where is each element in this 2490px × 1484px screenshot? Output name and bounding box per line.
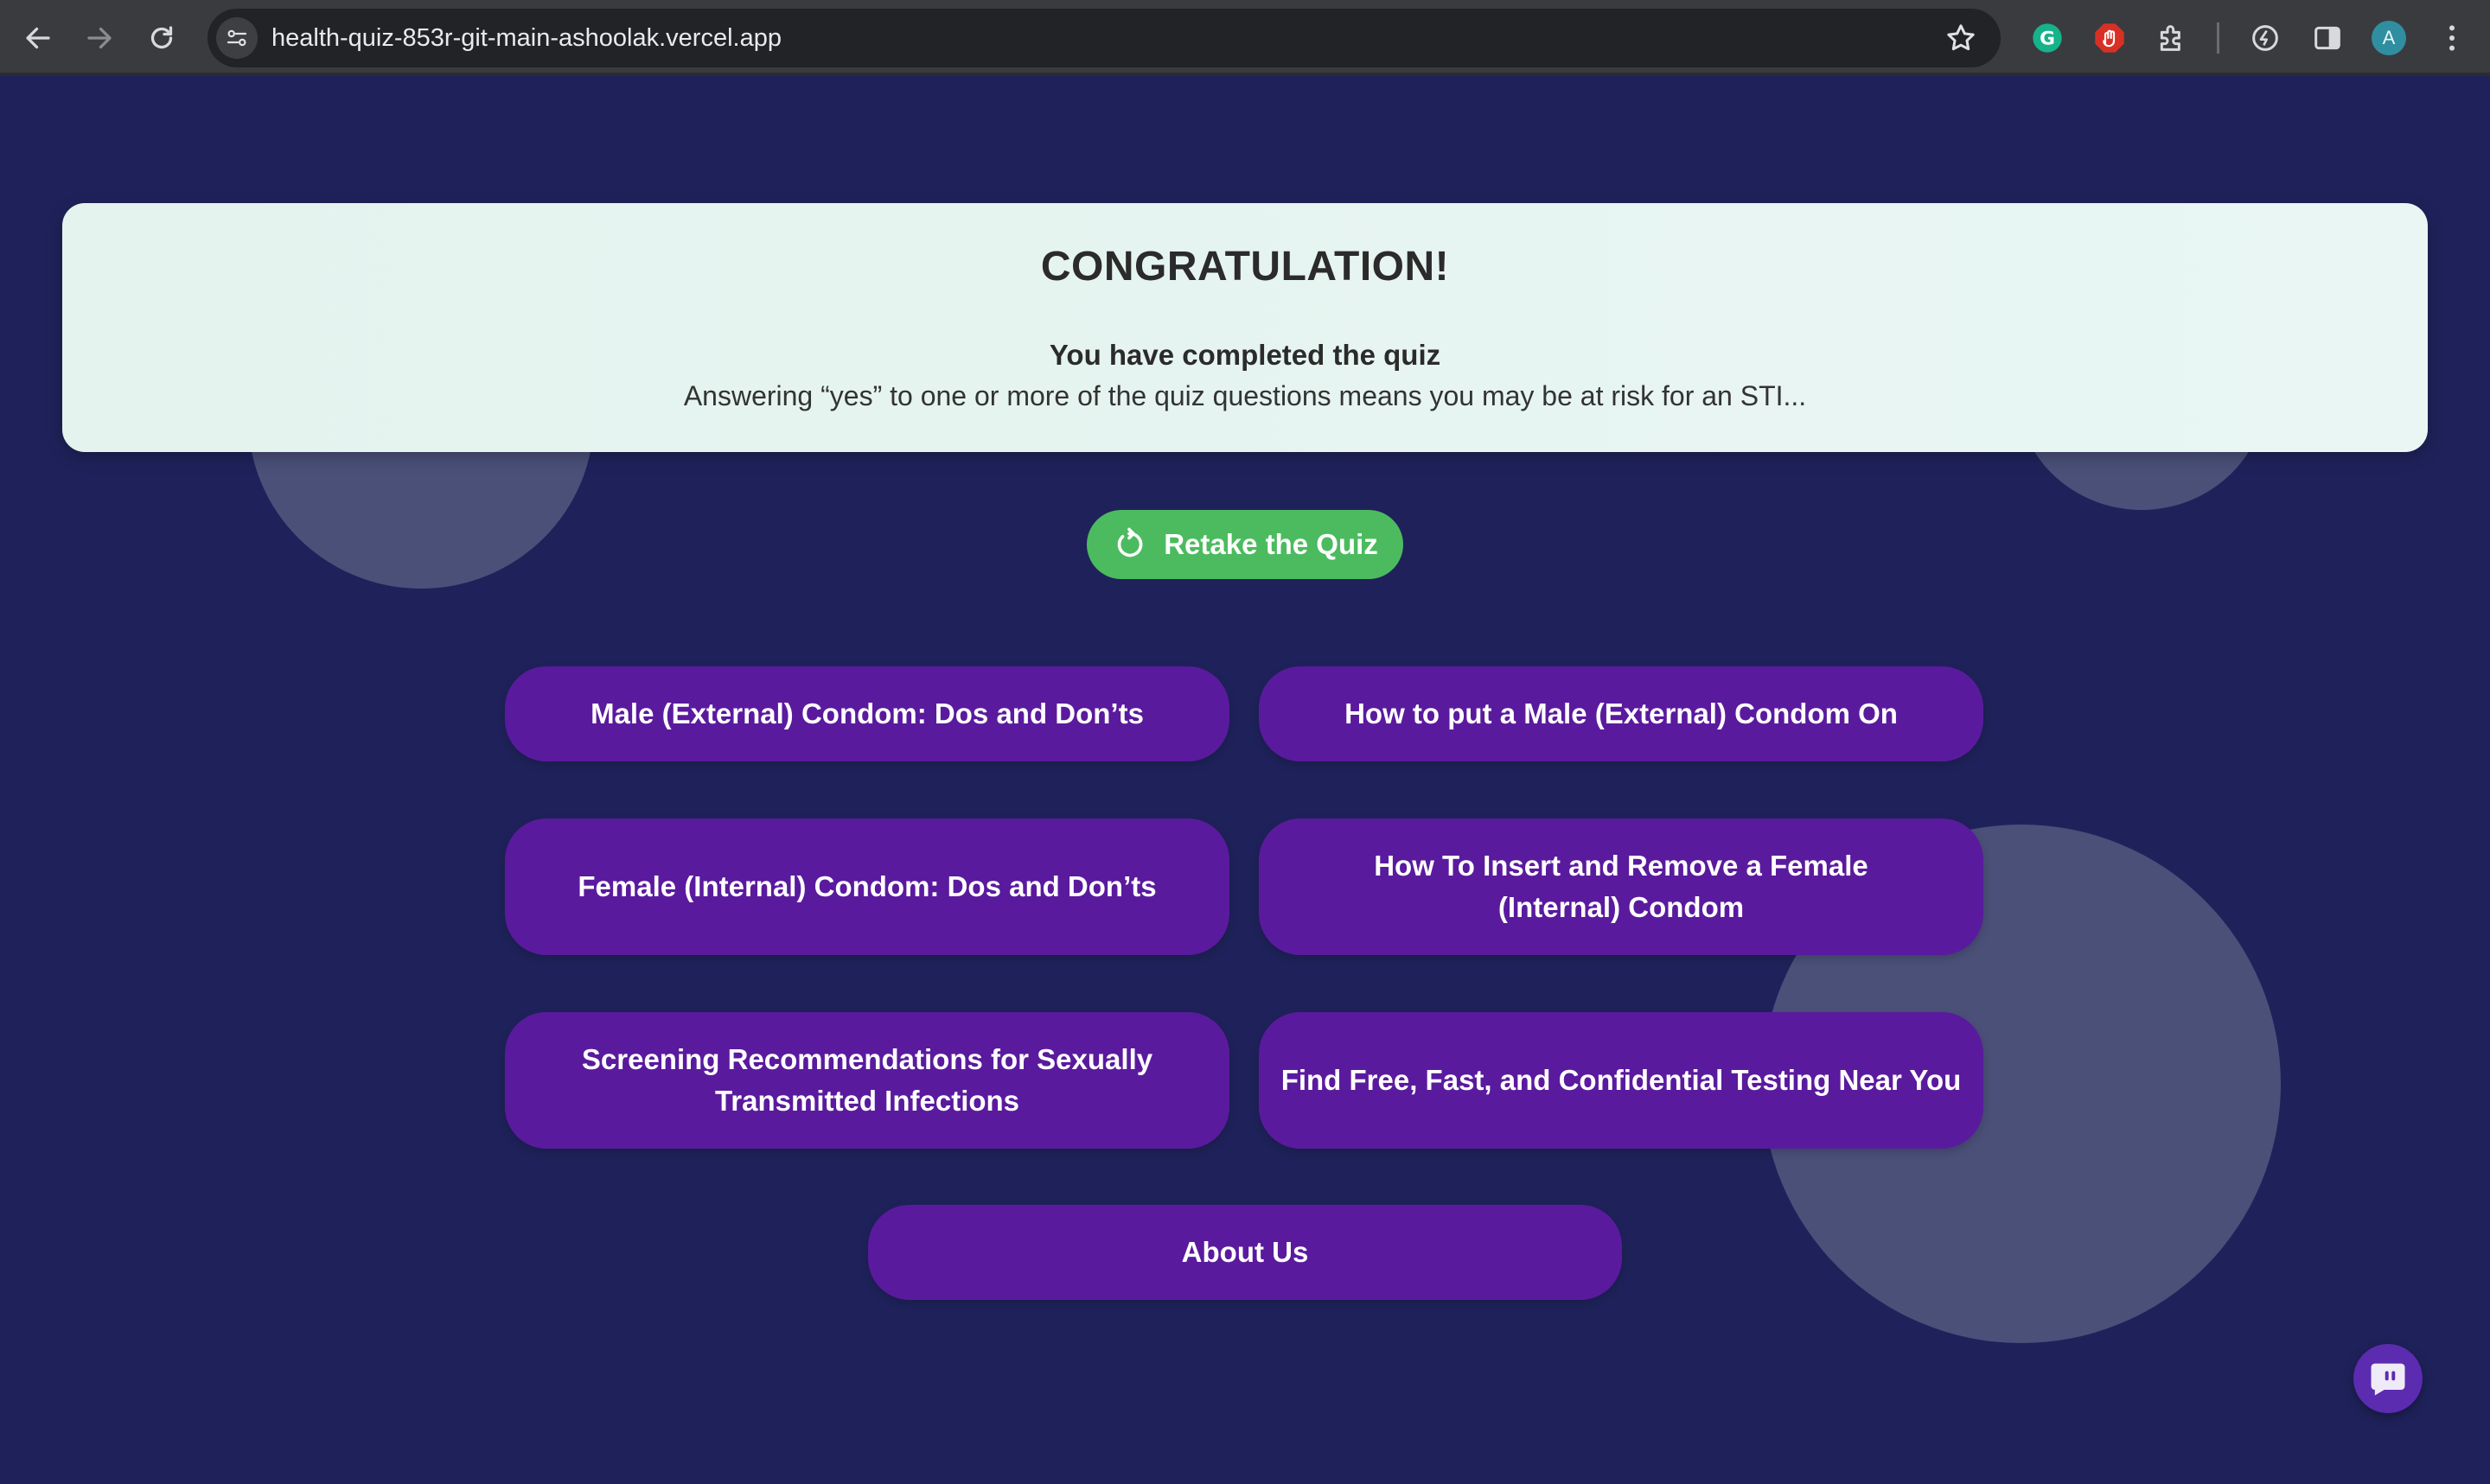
- resource-button-find-testing[interactable]: Find Free, Fast, and Confidential Testin…: [1259, 1012, 1983, 1149]
- chat-launcher-button[interactable]: [2353, 1344, 2423, 1413]
- site-info-icon[interactable]: [216, 17, 258, 59]
- result-card: CONGRATULATION! You have completed the q…: [62, 203, 2428, 452]
- resource-button-male-condom-dos-donts[interactable]: Male (External) Condom: Dos and Don’ts: [505, 666, 1229, 761]
- back-icon[interactable]: [17, 17, 59, 59]
- retake-quiz-button[interactable]: Retake the Quiz: [1087, 510, 1403, 579]
- about-us-button[interactable]: About Us: [868, 1205, 1622, 1300]
- performance-icon[interactable]: [2246, 19, 2284, 57]
- adblock-icon[interactable]: [2091, 19, 2129, 57]
- url-text[interactable]: health-quiz-853r-git-main-ashoolak.verce…: [271, 9, 782, 67]
- reload-icon[interactable]: [141, 17, 182, 59]
- side-panel-icon[interactable]: [2308, 19, 2346, 57]
- resource-label: How To Insert and Remove a Female (Inter…: [1374, 850, 1868, 923]
- resource-button-female-condom-dos-donts[interactable]: Female (Internal) Condom: Dos and Don’ts: [505, 818, 1229, 955]
- star-icon[interactable]: [1944, 21, 1978, 55]
- resource-label: How to put a Male (External) Condom On: [1344, 697, 1898, 729]
- resource-button-female-condom-insert-remove[interactable]: How To Insert and Remove a Female (Inter…: [1259, 818, 1983, 955]
- extensions-icon[interactable]: [2153, 19, 2191, 57]
- restart-icon: [1112, 527, 1146, 562]
- profile-avatar[interactable]: A: [2372, 21, 2406, 55]
- retake-quiz-label: Retake the Quiz: [1164, 528, 1378, 560]
- toolbar-divider: [2217, 22, 2219, 54]
- resource-button-male-condom-how-to[interactable]: How to put a Male (External) Condom On: [1259, 666, 1983, 761]
- result-title: CONGRATULATION!: [1040, 244, 1450, 290]
- resource-label: Male (External) Condom: Dos and Don’ts: [591, 697, 1144, 729]
- browser-toolbar: health-quiz-853r-git-main-ashoolak.verce…: [0, 0, 2490, 76]
- resource-button-screening-recommendations[interactable]: Screening Recommendations for Sexually T…: [505, 1012, 1229, 1149]
- grammarly-icon[interactable]: G: [2028, 19, 2066, 57]
- forward-icon[interactable]: [79, 17, 120, 59]
- result-message: Answering “yes” to one or more of the qu…: [683, 380, 1807, 411]
- svg-text:G: G: [2040, 29, 2055, 50]
- chat-icon: [2371, 1363, 2405, 1396]
- resource-label: Find Free, Fast, and Confidential Testin…: [1280, 1064, 1962, 1096]
- result-subtitle: You have completed the quiz: [1049, 339, 1441, 371]
- resource-label: Female (Internal) Condom: Dos and Don’ts: [578, 870, 1157, 902]
- address-bar[interactable]: health-quiz-853r-git-main-ashoolak.verce…: [208, 9, 2001, 67]
- resource-label: Screening Recommendations for Sexually T…: [581, 1043, 1153, 1117]
- menu-icon[interactable]: [2433, 19, 2471, 57]
- about-us-label: About Us: [1181, 1236, 1309, 1268]
